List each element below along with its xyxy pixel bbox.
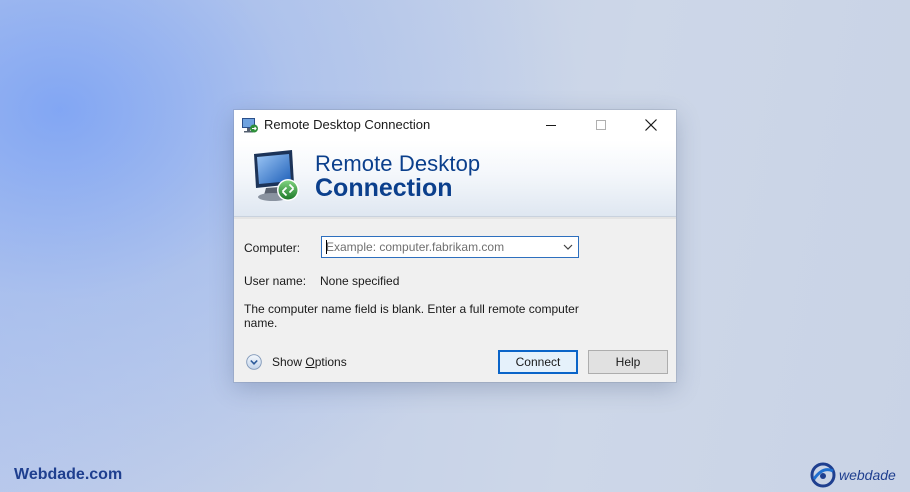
window-title: Remote Desktop Connection xyxy=(264,117,431,132)
status-message: The computer name field is blank. Enter … xyxy=(244,302,579,330)
show-options-label: Show Options xyxy=(272,355,347,369)
watermark-right: webdade xyxy=(810,461,896,489)
minimize-button[interactable] xyxy=(528,110,574,140)
show-options-accelerator: O xyxy=(305,355,315,369)
username-value: None specified xyxy=(320,274,400,288)
username-label: User name: xyxy=(244,274,307,288)
chevron-down-icon xyxy=(563,244,573,250)
watermark-left: Webdade.com xyxy=(14,466,123,483)
computer-combobox[interactable] xyxy=(321,236,579,258)
header-banner: Remote Desktop Connection xyxy=(234,140,676,219)
title-bar[interactable]: Remote Desktop Connection xyxy=(234,110,676,140)
show-options-label-suffix: ptions xyxy=(314,355,347,369)
help-button[interactable]: Help xyxy=(588,350,668,374)
remote-desktop-app-icon xyxy=(242,118,258,133)
text-caret xyxy=(326,240,327,254)
show-options-toggle[interactable]: Show Options xyxy=(246,353,347,371)
connect-button[interactable]: Connect xyxy=(498,350,578,374)
computer-label: Computer: xyxy=(244,241,301,255)
expand-options-icon xyxy=(246,354,262,370)
maximize-button[interactable] xyxy=(578,110,624,140)
minimize-icon xyxy=(546,125,556,126)
close-icon xyxy=(645,119,657,131)
show-options-label-prefix: Show xyxy=(272,355,306,369)
remote-desktop-monitor-icon xyxy=(254,150,299,201)
computer-dropdown-button[interactable] xyxy=(558,237,578,257)
maximize-icon xyxy=(596,120,606,130)
webdade-logo-icon xyxy=(810,462,836,488)
rdc-dialog-window: Remote Desktop Connection Remote Desktop… xyxy=(234,110,676,382)
banner-title-line2: Connection xyxy=(315,174,453,202)
close-button[interactable] xyxy=(628,110,674,140)
computer-input[interactable] xyxy=(322,237,558,257)
watermark-right-text: webdade xyxy=(839,467,896,483)
